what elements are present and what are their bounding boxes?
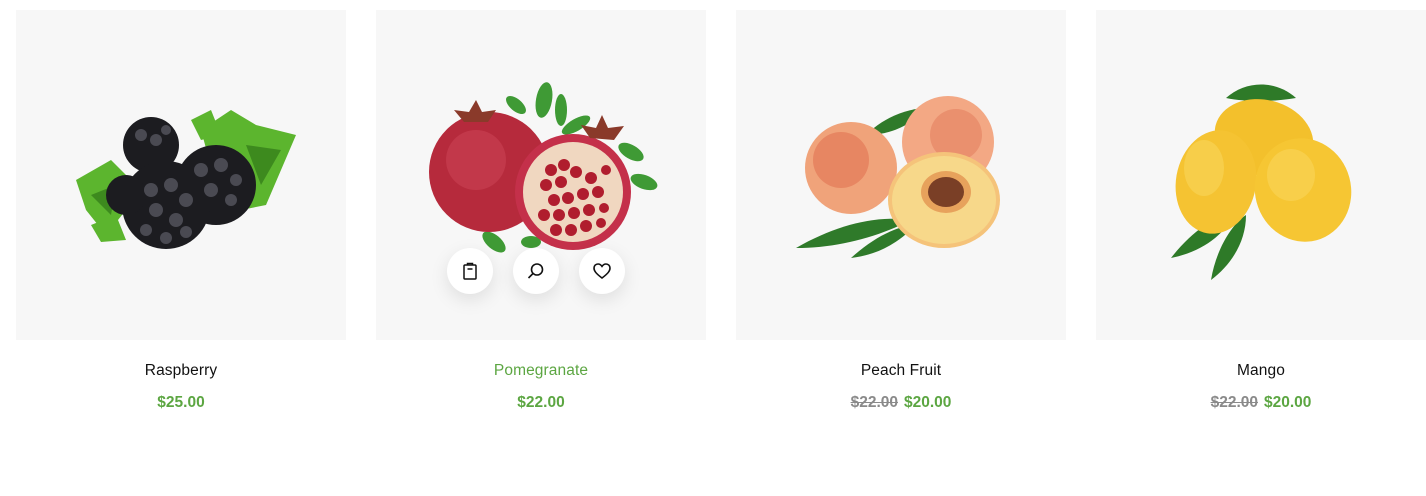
- add-to-cart-button[interactable]: [447, 248, 493, 294]
- product-name[interactable]: Pomegranate: [494, 361, 588, 381]
- product-name[interactable]: Raspberry: [145, 361, 217, 381]
- price-row: $22.00 $20.00: [1211, 393, 1312, 413]
- product-card: Mango $22.00 $20.00: [1096, 10, 1426, 413]
- price-row: $22.00: [517, 393, 564, 413]
- price-row: $22.00 $20.00: [851, 393, 952, 413]
- original-price: $22.00: [1210, 394, 1258, 411]
- product-grid: Raspberry $25.00 Pomegranate $22.00 Peac…: [16, 10, 1426, 413]
- price-row: $25.00: [157, 393, 204, 413]
- product-card: Peach Fruit $22.00 $20.00: [736, 10, 1066, 413]
- peaches-image: [796, 96, 1000, 258]
- original-price: $22.00: [850, 394, 898, 411]
- product-name[interactable]: Mango: [1237, 361, 1285, 381]
- heart-icon: [593, 263, 611, 280]
- product-price: $20.00: [1264, 394, 1312, 411]
- product-price: $25.00: [157, 394, 205, 411]
- product-image-link[interactable]: [736, 10, 1066, 340]
- shopping-bag-icon: [463, 262, 477, 280]
- blackberries-image: [76, 110, 296, 249]
- quick-view-button[interactable]: [513, 248, 559, 294]
- product-card: Pomegranate $22.00: [376, 10, 706, 413]
- product-image-link[interactable]: [376, 10, 706, 340]
- product-price: $20.00: [904, 394, 952, 411]
- wishlist-button[interactable]: [579, 248, 625, 294]
- product-image-link[interactable]: [16, 10, 346, 340]
- product-price: $22.00: [517, 394, 565, 411]
- mangoes-image: [1171, 84, 1352, 280]
- search-icon: [527, 263, 544, 279]
- product-name[interactable]: Peach Fruit: [861, 361, 941, 381]
- product-image-link[interactable]: [1096, 10, 1426, 340]
- product-card: Raspberry $25.00: [16, 10, 346, 413]
- hover-actions: [447, 248, 625, 294]
